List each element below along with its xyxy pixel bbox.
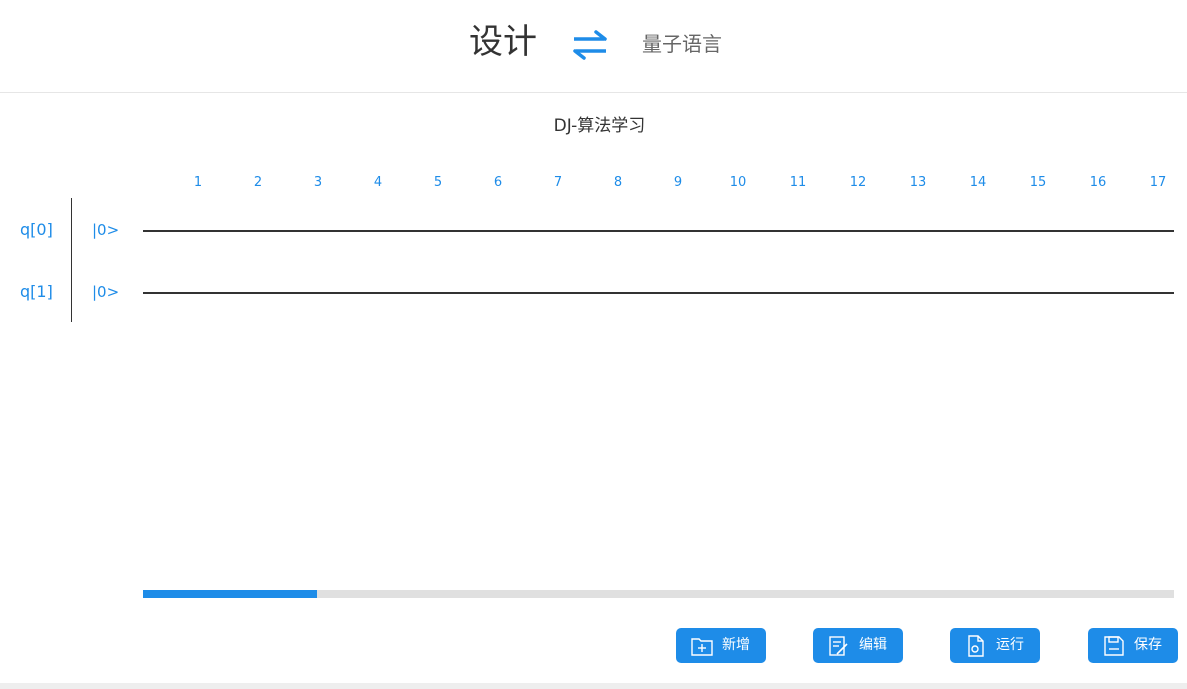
column-number: 10	[729, 175, 747, 190]
add-button[interactable]: 新增	[676, 628, 766, 663]
column-number: 5	[433, 175, 443, 190]
column-number: 7	[553, 175, 563, 190]
column-number: 14	[969, 175, 987, 190]
save-disk-icon	[1104, 636, 1124, 656]
qubit-wire-1[interactable]	[143, 292, 1174, 294]
run-button[interactable]: 运行	[950, 628, 1040, 663]
column-number: 11	[789, 175, 807, 190]
column-number: 13	[909, 175, 927, 190]
column-number: 3	[313, 175, 323, 190]
qubit-wire-0[interactable]	[143, 230, 1174, 232]
horizontal-scrollbar[interactable]	[143, 590, 1174, 598]
column-number: 4	[373, 175, 383, 190]
column-number: 16	[1089, 175, 1107, 190]
circuit-title: DJ-算法学习	[553, 116, 646, 136]
edit-button-label: 编辑	[859, 637, 887, 653]
column-number: 1	[193, 175, 203, 190]
column-number: 2	[253, 175, 263, 190]
design-mode-title: 设计	[469, 22, 537, 62]
column-number: 17	[1149, 175, 1167, 190]
swap-arrows-icon	[573, 30, 607, 60]
qubit-init-state-0[interactable]: |0>	[92, 219, 119, 241]
footer-strip	[0, 683, 1187, 689]
column-number: 6	[493, 175, 503, 190]
column-number: 8	[613, 175, 623, 190]
mode-header: 设计 量子语言	[0, 0, 1187, 93]
qubit-divider	[71, 198, 72, 322]
qubit-label-0[interactable]: q[0]	[20, 219, 53, 241]
qubit-label-1[interactable]: q[1]	[20, 281, 53, 303]
edit-document-icon	[829, 636, 848, 656]
qubit-init-state-1[interactable]: |0>	[92, 281, 119, 303]
column-number: 12	[849, 175, 867, 190]
edit-button[interactable]: 编辑	[813, 628, 903, 663]
run-button-label: 运行	[996, 637, 1024, 653]
column-number: 15	[1029, 175, 1047, 190]
add-button-label: 新增	[722, 637, 750, 653]
add-folder-icon	[691, 638, 713, 656]
save-button-label: 保存	[1134, 637, 1162, 653]
scrollbar-thumb[interactable]	[143, 590, 317, 598]
swap-mode-button[interactable]	[570, 28, 610, 62]
quantum-language-tab[interactable]: 量子语言	[642, 30, 722, 58]
save-button[interactable]: 保存	[1088, 628, 1178, 663]
run-file-icon	[968, 635, 984, 657]
column-number: 9	[673, 175, 683, 190]
